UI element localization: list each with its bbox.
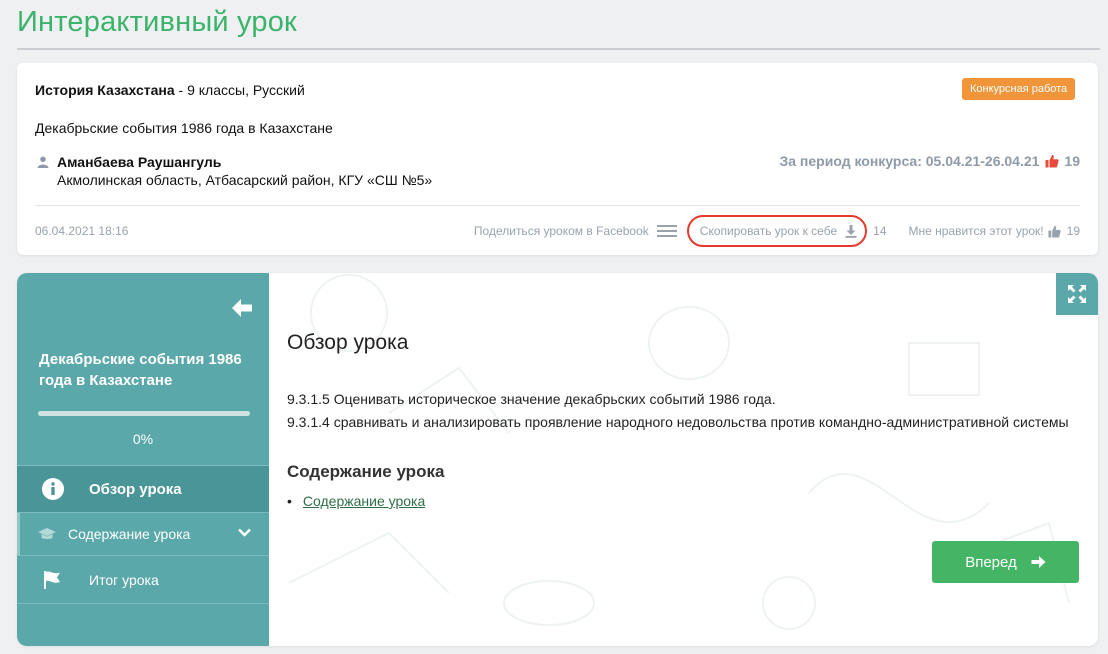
contest-period-likes: 19 (1064, 153, 1080, 169)
sidebar-item-label: Содержание урока (68, 526, 191, 542)
like-lesson-button[interactable]: Мне нравится этот урок! 19 (909, 224, 1081, 238)
author-name[interactable]: Аманбаева Раушангуль (57, 154, 432, 170)
contest-period: За период конкурса: 05.04.21-26.04.21 19 (779, 153, 1080, 169)
chevron-down-icon[interactable] (238, 528, 251, 537)
author-place: Акмолинская область, Атбасарский район, … (57, 172, 433, 188)
page-title: Интерактивный урок (17, 6, 297, 38)
bullet-icon: • (287, 493, 292, 509)
thumbs-up-icon (1045, 155, 1060, 168)
subject-line: История Казахстана - 9 классы, Русский (35, 82, 305, 98)
like-lesson-label[interactable]: Мне нравится этот урок! (909, 224, 1044, 238)
next-button-label: Вперед (965, 553, 1017, 571)
sidebar-lesson-title: Декабрьские события 1986 года в Казахста… (39, 351, 242, 389)
card-actions: Поделиться уроком в Facebook Скопировать… (474, 213, 1080, 249)
list-item: • Содержание урока (287, 493, 425, 509)
copy-lesson-button[interactable]: Скопировать урок к себе (686, 215, 868, 247)
graduation-cap-icon (38, 528, 56, 539)
card-divider (35, 205, 1080, 206)
lesson-sidebar: Декабрьские события 1986 года в Казахста… (17, 273, 269, 646)
info-icon (42, 478, 64, 500)
publish-date: 06.04.2021 18:16 (35, 224, 129, 238)
content-heading: Обзор урока (287, 331, 409, 354)
sidebar-item-overview[interactable]: Обзор урока (17, 466, 269, 512)
share-facebook-label[interactable]: Поделиться уроком в Facebook (474, 224, 649, 238)
contest-period-label: За период конкурса: 05.04.21-26.04.21 (779, 153, 1040, 169)
section-heading: Содержание урока (287, 462, 445, 481)
title-divider (17, 48, 1100, 50)
lesson-info-card: История Казахстана - 9 классы, Русский К… (17, 63, 1098, 255)
sidebar-divider (17, 603, 269, 604)
copy-lesson-label[interactable]: Скопировать урок к себе (700, 224, 837, 238)
subject-details: 9 классы, Русский (187, 82, 305, 98)
arrow-left-icon[interactable] (231, 298, 253, 318)
fullscreen-button[interactable] (1056, 273, 1098, 315)
contest-badge[interactable]: Конкурсная работа (962, 78, 1076, 100)
objective-text: 9.3.1.4 сравнивать и анализировать прояв… (287, 414, 1069, 430)
background-pattern (288, 274, 1070, 630)
thumbs-up-icon[interactable] (1048, 225, 1061, 238)
sidebar-item-label: Итог урока (89, 571, 159, 588)
author-block: Аманбаева Раушангуль Акмолинская область… (37, 154, 432, 190)
menu-icon[interactable] (656, 224, 677, 238)
share-facebook-link[interactable]: Поделиться уроком в Facebook (474, 224, 683, 238)
download-icon[interactable] (845, 224, 857, 238)
sidebar-item-summary[interactable]: Итог урока (17, 556, 269, 603)
progress-bar (38, 411, 250, 416)
arrow-right-icon (1031, 556, 1046, 568)
lesson-content: Обзор урока 9.3.1.5 Оценивать историческ… (269, 273, 1098, 646)
content-link[interactable]: Содержание урока (303, 493, 425, 509)
next-button[interactable]: Вперед (932, 541, 1079, 583)
objective-text: 9.3.1.5 Оценивать историческое значение … (287, 391, 776, 407)
flag-icon (44, 570, 60, 589)
progress-text: 0% (132, 431, 154, 447)
like-count: 19 (1066, 224, 1080, 238)
subject-name: История Казахстана (35, 82, 175, 98)
expand-icon (1068, 285, 1086, 303)
sidebar-item-label: Обзор урока (89, 480, 182, 498)
sidebar-item-content[interactable]: Содержание урока (17, 513, 269, 555)
lesson-title: Декабрьские события 1986 года в Казахста… (35, 120, 333, 136)
person-icon (37, 156, 49, 168)
lesson-player: Декабрьские события 1986 года в Казахста… (17, 273, 1098, 646)
subject-separator: - (174, 82, 188, 98)
copy-count: 14 (873, 224, 887, 238)
